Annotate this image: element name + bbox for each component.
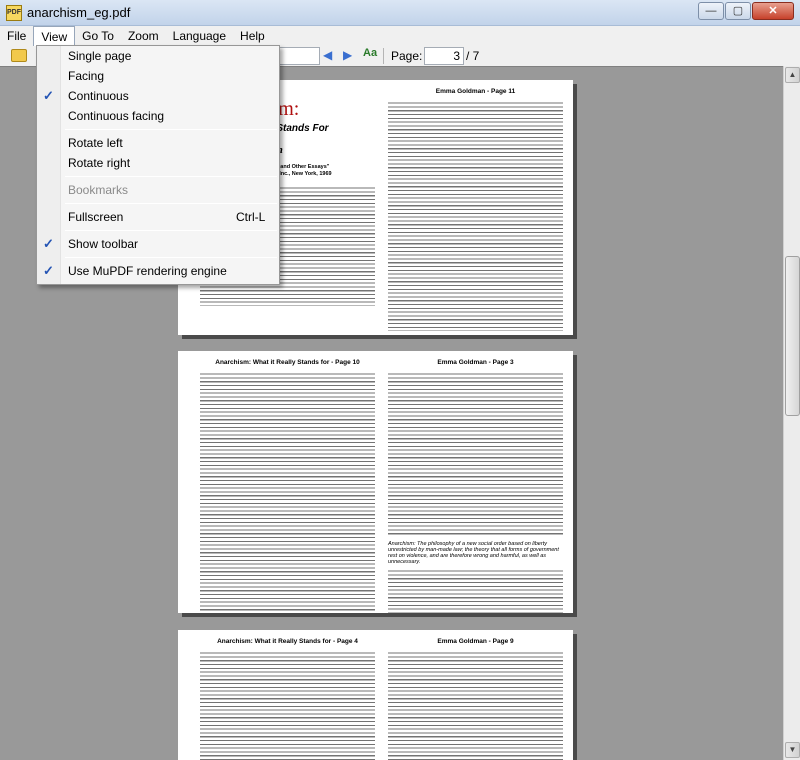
title-bar: PDF anarchism_eg.pdf — ▢ ✕: [0, 0, 800, 26]
menu-item-label: Use MuPDF rendering engine: [68, 264, 227, 278]
italic-definition: Anarchism: The philosophy of a new socia…: [388, 541, 559, 565]
window-controls: — ▢ ✕: [698, 2, 794, 20]
menu-item-rotate-left[interactable]: Rotate left: [37, 133, 279, 153]
menu-view[interactable]: View: [33, 26, 76, 46]
checkmark-icon: ✓: [43, 263, 54, 278]
menu-language[interactable]: Language: [166, 26, 233, 46]
page-header: Emma Goldman - Page 3: [437, 359, 514, 366]
scroll-thumb[interactable]: [785, 256, 800, 416]
menu-item-facing[interactable]: Facing: [37, 66, 279, 86]
checkmark-icon: ✓: [43, 88, 54, 103]
body-text: [388, 372, 563, 537]
page-header: Emma Goldman - Page 9: [437, 638, 514, 645]
page-header: Anarchism: What it Really Stands for - P…: [217, 638, 358, 645]
search-input[interactable]: [280, 47, 320, 65]
menu-item-label: Single page: [68, 49, 132, 63]
window-title: anarchism_eg.pdf: [27, 5, 131, 20]
menu-file[interactable]: File: [0, 26, 33, 46]
page-total: / 7: [466, 49, 480, 63]
body-text: [200, 372, 375, 612]
page-left-column: Anarchism: What it Really Stands for - P…: [200, 638, 375, 760]
menu-separator: [65, 129, 277, 130]
menu-separator: [65, 176, 277, 177]
page-left-column: Anarchism: What it Really Stands for - P…: [200, 359, 375, 612]
open-folder-icon[interactable]: [11, 49, 27, 62]
find-next-icon[interactable]: ▶: [343, 48, 352, 62]
menu-item-continuous[interactable]: ✓ Continuous: [37, 86, 279, 106]
vertical-scrollbar[interactable]: ▲ ▼: [783, 66, 800, 760]
menu-item-bookmarks: Bookmarks: [37, 180, 279, 200]
menu-item-fullscreen[interactable]: Fullscreen Ctrl-L: [37, 207, 279, 227]
body-text: [388, 569, 563, 613]
menu-bar: File View Go To Zoom Language Help: [0, 26, 800, 46]
menu-item-label: Continuous: [68, 89, 129, 103]
menu-help[interactable]: Help: [233, 26, 272, 46]
close-button[interactable]: ✕: [752, 2, 794, 20]
toolbar-separator: [383, 48, 384, 64]
app-icon: PDF: [6, 5, 22, 21]
match-case-icon[interactable]: Aa: [363, 47, 377, 59]
menu-separator: [65, 230, 277, 231]
body-text: [388, 101, 563, 331]
menu-item-show-toolbar[interactable]: ✓ Show toolbar: [37, 234, 279, 254]
page-right-column: Emma Goldman - Page 3 Anarchism: The phi…: [388, 359, 563, 613]
find-previous-icon[interactable]: ◀: [323, 48, 332, 62]
menu-item-mupdf-engine[interactable]: ✓ Use MuPDF rendering engine: [37, 261, 279, 281]
menu-item-label: Rotate left: [68, 136, 123, 150]
body-text: [388, 651, 563, 760]
body-text: [200, 651, 375, 760]
menu-item-continuous-facing[interactable]: Continuous facing: [37, 106, 279, 126]
menu-item-rotate-right[interactable]: Rotate right: [37, 153, 279, 173]
menu-item-label: Continuous facing: [68, 109, 165, 123]
menu-separator: [65, 203, 277, 204]
page-right-column: Emma Goldman - Page 11: [388, 88, 563, 331]
menu-item-shortcut: Ctrl-L: [236, 210, 266, 224]
scroll-up-icon[interactable]: ▲: [785, 67, 800, 83]
pdf-page: Anarchism: What it Really Stands for - P…: [178, 351, 573, 613]
minimize-button[interactable]: —: [698, 2, 724, 20]
page-number-input[interactable]: 3: [424, 47, 464, 65]
menu-item-label: Rotate right: [68, 156, 131, 170]
menu-separator: [65, 257, 277, 258]
menu-item-label: Bookmarks: [68, 183, 129, 197]
menu-zoom[interactable]: Zoom: [121, 26, 166, 46]
menu-goto[interactable]: Go To: [75, 26, 121, 46]
menu-item-label: Show toolbar: [68, 237, 139, 251]
page-label: Page:: [391, 49, 423, 63]
menu-item-label: Facing: [68, 69, 105, 83]
pdf-page: Anarchism: What it Really Stands for - P…: [178, 630, 573, 760]
scroll-down-icon[interactable]: ▼: [785, 742, 800, 758]
checkmark-icon: ✓: [43, 236, 54, 251]
menu-item-single-page[interactable]: Single page: [37, 46, 279, 66]
view-menu-dropdown: Single page Facing ✓ Continuous Continuo…: [36, 45, 280, 285]
menu-item-label: Fullscreen: [68, 210, 124, 224]
page-header: Emma Goldman - Page 11: [435, 88, 516, 95]
maximize-button[interactable]: ▢: [725, 2, 751, 20]
page-header: Anarchism: What it Really Stands for - P…: [215, 359, 360, 366]
page-right-column: Emma Goldman - Page 9: [388, 638, 563, 760]
